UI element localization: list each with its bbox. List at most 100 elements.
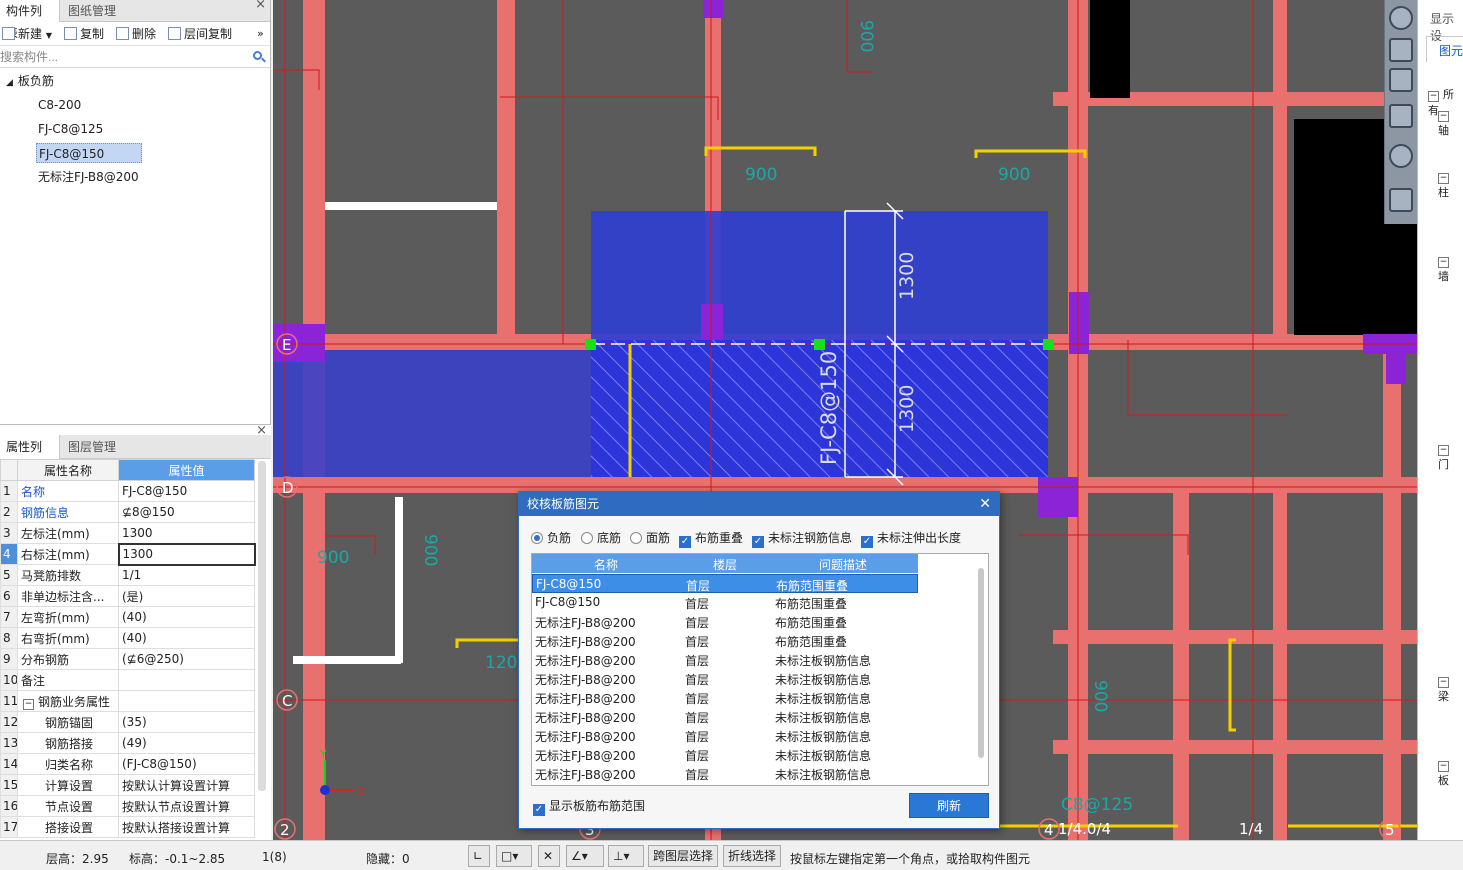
- property-scrollbar[interactable]: [258, 461, 266, 791]
- property-row[interactable]: 17 搭接设置 按默认搭接设置计算: [0, 816, 255, 838]
- property-row[interactable]: 14 归类名称 (FJ-C8@150): [0, 753, 255, 775]
- ortho-icon[interactable]: ∟: [468, 845, 490, 867]
- issue-row[interactable]: 无标注FJ-B8@200 首层 未标注板钢筋信息: [532, 688, 918, 707]
- collapse-icon[interactable]: −: [1438, 111, 1449, 122]
- tree-item[interactable]: FJ-C8@125: [38, 119, 103, 139]
- checkbox-icon[interactable]: ✓: [752, 536, 764, 548]
- copy-button[interactable]: 复制: [64, 25, 104, 43]
- box-view-icon[interactable]: [1389, 104, 1413, 128]
- property-row[interactable]: 11− 钢筋业务属性: [0, 690, 255, 712]
- collapse-icon[interactable]: −: [1438, 173, 1449, 184]
- radio-icon[interactable]: [531, 532, 543, 544]
- tab-property-list[interactable]: 属性列表: [0, 435, 60, 478]
- property-row[interactable]: 4 右标注(mm) 1300: [0, 542, 256, 566]
- checkbox-icon[interactable]: ✓: [679, 536, 691, 548]
- property-row[interactable]: 13 钢筋搭接 (49): [0, 732, 255, 754]
- check-show-range[interactable]: ✓ 显示板筋布筋范围: [533, 797, 645, 816]
- property-row[interactable]: 15 计算设置 按默认计算设置计算: [0, 774, 255, 796]
- issue-row[interactable]: 无标注FJ-B8@200 首层 未标注板钢筋信息: [532, 669, 918, 688]
- tab-elements[interactable]: 图元: [1426, 36, 1463, 62]
- property-value[interactable]: 按默认计算设置计算: [118, 774, 255, 796]
- delete-button[interactable]: 删除: [116, 25, 156, 43]
- property-value[interactable]: 1/1: [118, 564, 255, 586]
- refresh-button[interactable]: 刷新: [909, 793, 989, 818]
- search-input[interactable]: [0, 48, 248, 66]
- tab-drawing-manage[interactable]: 图纸管理: [62, 0, 126, 22]
- angle-icon[interactable]: ∠▾: [566, 845, 604, 867]
- property-row[interactable]: 7 左弯折(mm) (40): [0, 606, 255, 628]
- tree-node-slab[interactable]: −板: [1438, 758, 1463, 788]
- property-row[interactable]: 8 右弯折(mm) (40): [0, 627, 255, 649]
- more-button[interactable]: »: [257, 25, 264, 43]
- dialog-titlebar[interactable]: 校核板筋图元 ✕: [519, 492, 999, 516]
- property-value[interactable]: 1300: [118, 522, 255, 544]
- cross-layer-select-button[interactable]: 跨图层选择: [648, 845, 719, 867]
- cross-select-icon[interactable]: ✕: [538, 845, 560, 867]
- check-overlap[interactable]: ✓ 布筋重叠: [679, 529, 743, 548]
- property-value[interactable]: (⊈6@250): [118, 648, 255, 670]
- tree-node-beam[interactable]: −梁: [1438, 674, 1463, 704]
- checkbox-icon[interactable]: ✓: [861, 536, 873, 548]
- property-value[interactable]: 按默认搭接设置计算: [118, 816, 255, 838]
- property-row[interactable]: 10 备注: [0, 669, 255, 691]
- property-value[interactable]: (FJ-C8@150): [118, 753, 255, 775]
- radio-icon[interactable]: [630, 532, 642, 544]
- radio-negative-rebar[interactable]: 负筋: [531, 529, 571, 546]
- property-value[interactable]: (40): [118, 627, 255, 649]
- property-value[interactable]: (35): [118, 711, 255, 733]
- close-icon[interactable]: ×: [255, 0, 266, 12]
- issue-row[interactable]: 无标注FJ-B8@200 首层 未标注板钢筋信息: [532, 764, 918, 783]
- property-row[interactable]: 12 钢筋锚固 (35): [0, 711, 255, 733]
- property-value[interactable]: ⊈8@150: [118, 501, 255, 523]
- property-value[interactable]: [118, 669, 255, 691]
- offset-icon[interactable]: ⊥▾: [608, 845, 644, 867]
- property-row[interactable]: 1 名称 FJ-C8@150: [0, 480, 255, 502]
- issue-row[interactable]: 无标注FJ-B8@200 首层 未标注板钢筋信息: [532, 726, 918, 745]
- radio-bottom-rebar[interactable]: 底筋: [581, 529, 621, 546]
- issue-row[interactable]: 无标注FJ-B8@200 首层 未标注板钢筋信息: [532, 650, 918, 669]
- close-icon[interactable]: ×: [256, 423, 267, 438]
- select-mode-icon[interactable]: □▾: [496, 845, 532, 867]
- check-missing-info[interactable]: ✓ 未标注钢筋信息: [752, 529, 852, 548]
- checkbox-icon[interactable]: ✓: [533, 804, 545, 816]
- tree-item-selected[interactable]: FJ-C8@150: [36, 143, 142, 163]
- polyline-select-button[interactable]: 折线选择: [723, 845, 782, 867]
- orbit-icon[interactable]: [1389, 6, 1413, 30]
- property-value[interactable]: (49): [118, 732, 255, 754]
- tree-node-column[interactable]: −柱: [1438, 170, 1463, 200]
- rotate-icon[interactable]: [1389, 144, 1413, 168]
- property-value[interactable]: 1300: [117, 542, 256, 566]
- issue-list-scrollbar[interactable]: [978, 568, 984, 758]
- dropdown-icon[interactable]: ▼: [46, 31, 52, 40]
- property-row[interactable]: 16 节点设置 按默认节点设置计算: [0, 795, 255, 817]
- search-icon[interactable]: [253, 51, 262, 60]
- collapse-icon[interactable]: −: [1428, 91, 1439, 102]
- property-row[interactable]: 9 分布钢筋 (⊈6@250): [0, 648, 255, 670]
- new-button[interactable]: 新建 ▼: [2, 25, 52, 43]
- tree-node-axis[interactable]: −轴: [1438, 108, 1463, 138]
- property-row[interactable]: 5 马凳筋排数 1/1: [0, 564, 255, 586]
- collapse-icon[interactable]: −: [1438, 257, 1449, 268]
- property-row[interactable]: 2 钢筋信息 ⊈8@150: [0, 501, 255, 523]
- radio-icon[interactable]: [581, 532, 593, 544]
- close-icon[interactable]: ✕: [979, 492, 991, 516]
- property-value[interactable]: 按默认节点设置计算: [118, 795, 255, 817]
- view-3d-icon[interactable]: [1389, 38, 1413, 62]
- property-value[interactable]: FJ-C8@150: [118, 480, 255, 502]
- tab-component-list[interactable]: 构件列表: [0, 0, 60, 40]
- property-row[interactable]: 3 左标注(mm) 1300: [0, 522, 255, 544]
- view-cube-icon[interactable]: [1389, 68, 1413, 92]
- collapse-icon[interactable]: −: [1438, 677, 1449, 688]
- radio-top-rebar[interactable]: 面筋: [630, 529, 670, 546]
- property-value[interactable]: (40): [118, 606, 255, 628]
- floor-copy-button[interactable]: 层间复制: [168, 25, 232, 43]
- issue-row[interactable]: 无标注FJ-B8@200 首层 未标注板钢筋信息: [532, 707, 918, 726]
- issue-row[interactable]: 无标注FJ-B8@200 首层 未标注板钢筋信息: [532, 745, 918, 764]
- tab-layer-manage[interactable]: 图层管理: [62, 435, 126, 459]
- tree-node-door[interactable]: −门: [1438, 442, 1463, 472]
- collapse-icon[interactable]: −: [1438, 445, 1449, 456]
- tree-root[interactable]: ◢ 板负筋: [6, 71, 54, 91]
- property-row[interactable]: 6 非单边标注含... (是): [0, 585, 255, 607]
- layers-icon[interactable]: [1389, 188, 1413, 212]
- collapse-icon[interactable]: −: [23, 698, 34, 710]
